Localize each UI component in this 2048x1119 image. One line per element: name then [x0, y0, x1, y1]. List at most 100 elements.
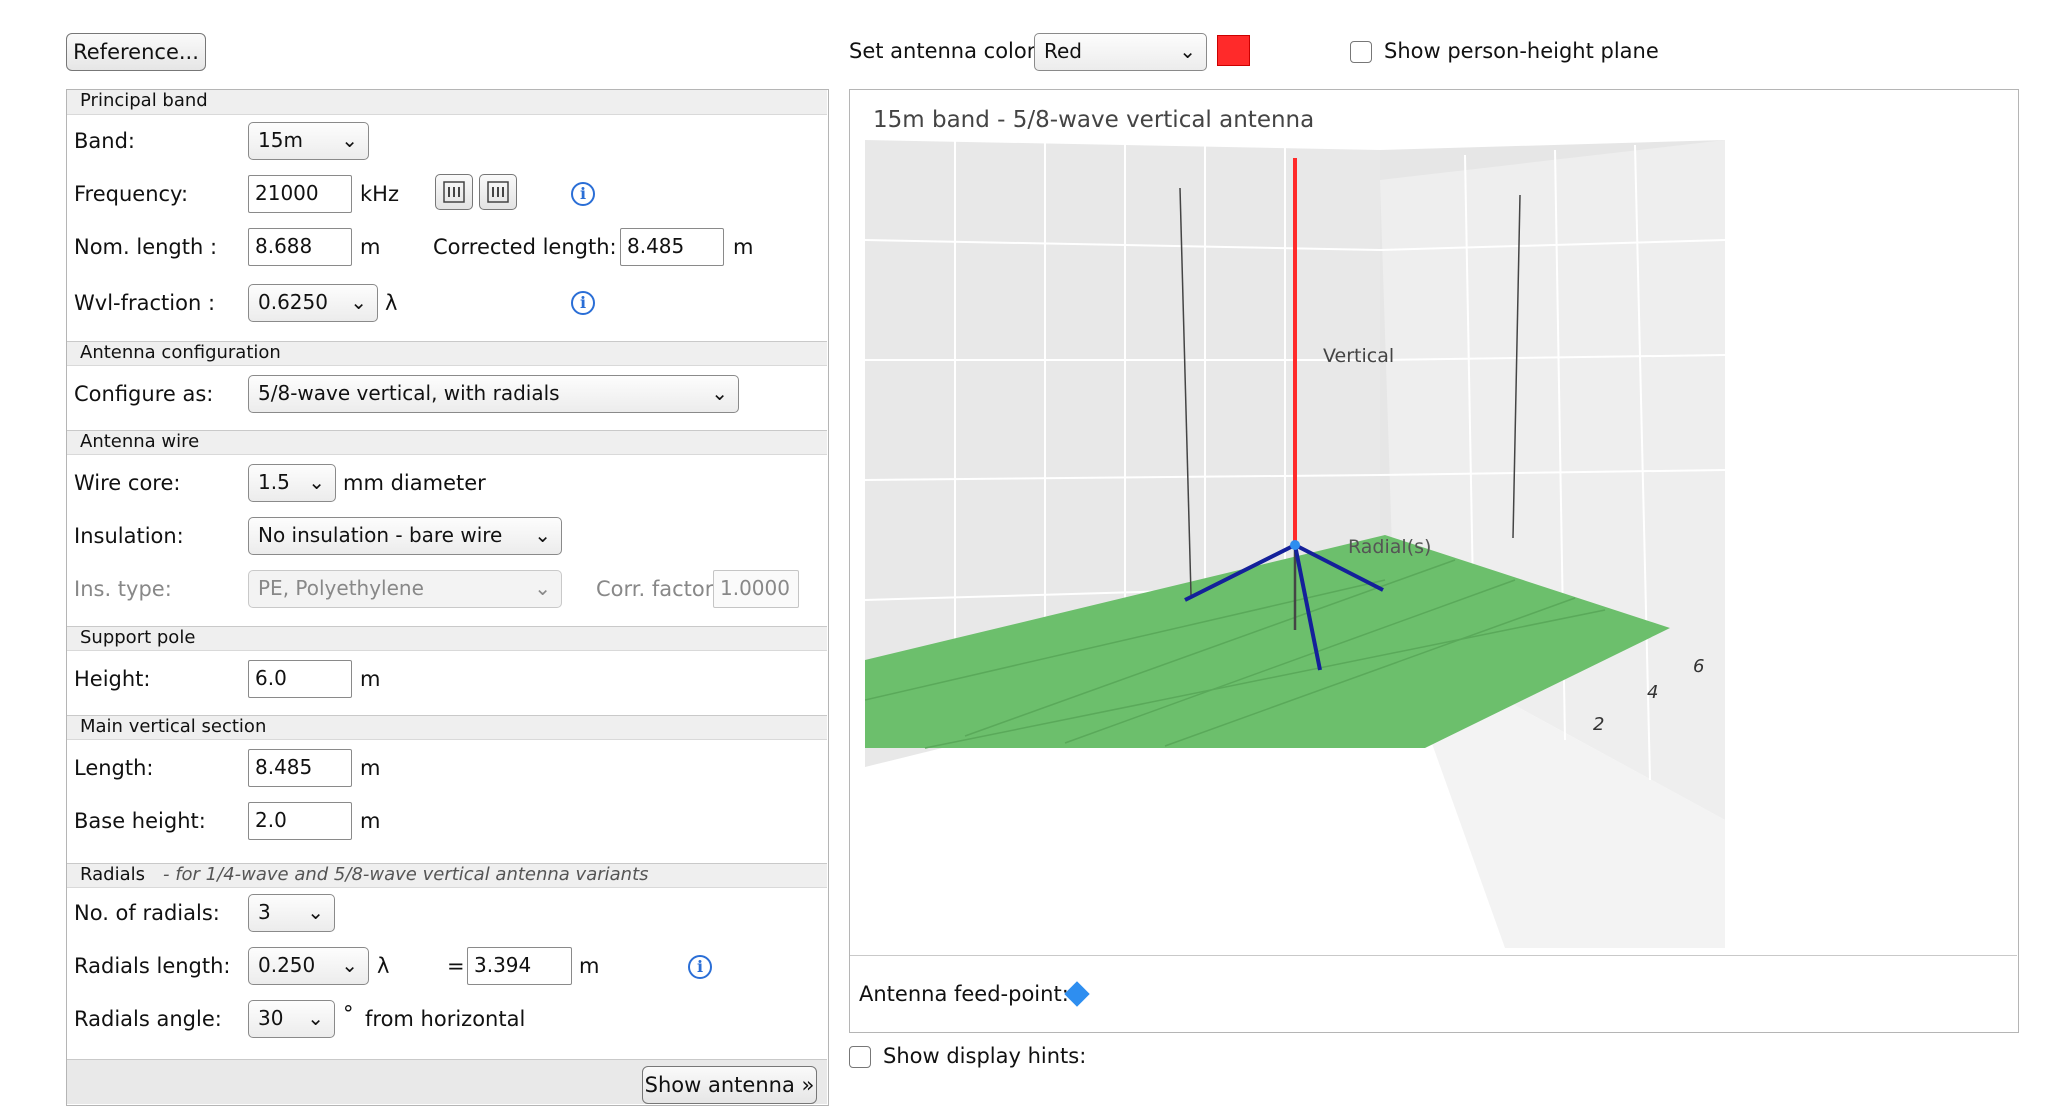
wvl-fraction-label: Wvl-fraction : — [74, 291, 216, 315]
wvl-fraction-select[interactable]: 0.6250 ⌄ — [248, 284, 378, 322]
antenna-color-swatch — [1217, 35, 1250, 66]
support-pole-header: Support pole — [67, 626, 827, 651]
radials-length-unit: λ — [377, 954, 390, 978]
reference-button[interactable]: Reference... — [66, 33, 206, 71]
axis-tick-label: 6 — [1693, 656, 1704, 677]
radials-length-info-icon[interactable]: i — [688, 955, 712, 979]
base-height-unit: m — [360, 809, 381, 833]
frequency-down-button[interactable] — [435, 174, 473, 210]
height-label: Height: — [74, 667, 151, 691]
antenna-color-label: Set antenna color: — [849, 39, 1043, 63]
ins-type-select[interactable]: PE, Polyethylene ⌄ — [248, 570, 562, 608]
feed-point-label: Antenna feed-point: — [859, 982, 1069, 1006]
radials-length-m-unit: m — [579, 954, 600, 978]
step-up-icon — [487, 181, 509, 203]
panel-footer: Show antenna » — [67, 1059, 827, 1104]
antenna-wire-header: Antenna wire — [67, 430, 827, 455]
height-input[interactable]: 6.0 — [248, 660, 352, 698]
wvl-fraction-unit: λ — [385, 291, 398, 315]
person-height-plane-checkbox[interactable] — [1350, 41, 1372, 63]
chevron-down-icon: ⌄ — [711, 381, 728, 405]
wire-core-select[interactable]: 1.5 ⌄ — [248, 464, 336, 502]
vertical-label: Vertical — [1323, 345, 1394, 367]
step-down-icon — [443, 181, 465, 203]
length-unit: m — [360, 756, 381, 780]
frequency-label: Frequency: — [74, 182, 189, 206]
person-height-plane-label: Show person-height plane — [1384, 39, 1659, 63]
corrected-length-label: Corrected length: — [433, 235, 617, 259]
ins-type-value: PE, Polyethylene — [258, 576, 424, 600]
base-height-input[interactable]: 2.0 — [248, 802, 352, 840]
display-hints-label: Show display hints: — [883, 1044, 1087, 1068]
configure-as-value: 5/8-wave vertical, with radials — [258, 381, 560, 405]
radials-angle-value: 30 — [258, 1006, 284, 1030]
base-height-label: Base height: — [74, 809, 206, 833]
plot-title: 15m band - 5/8-wave vertical antenna — [873, 107, 1315, 133]
radials-count-select[interactable]: 3 ⌄ — [248, 894, 335, 932]
settings-panel: Principal band Band: 15m ⌄ Frequency: 21… — [66, 89, 829, 1106]
antenna-color-select[interactable]: Red ⌄ — [1034, 33, 1207, 71]
corrected-length-unit: m — [733, 235, 754, 259]
frequency-info-icon[interactable]: i — [571, 182, 595, 206]
chevron-down-icon: ⌄ — [341, 128, 358, 152]
chevron-down-icon: ⌄ — [341, 953, 358, 977]
antenna-configuration-header: Antenna configuration — [67, 341, 827, 366]
display-hints-checkbox[interactable] — [849, 1046, 871, 1068]
antenna-plot: 15m band - 5/8-wave vertical antenna 6 4… — [849, 89, 2019, 1033]
principal-band-header: Principal band — [67, 90, 827, 115]
axis-tick-label: 4 — [1647, 682, 1658, 703]
radials-count-label: No. of radials: — [74, 901, 220, 925]
radials-length-m-input[interactable]: 3.394 — [467, 947, 572, 985]
configure-as-select[interactable]: 5/8-wave vertical, with radials ⌄ — [248, 375, 739, 413]
radials-angle-select[interactable]: 30 ⌄ — [248, 1000, 335, 1038]
radials-equals: = — [447, 954, 465, 978]
radials-angle-unit: ° — [343, 1002, 354, 1026]
show-antenna-button[interactable]: Show antenna » — [642, 1066, 817, 1104]
antenna-color-value: Red — [1044, 39, 1082, 63]
chevron-down-icon: ⌄ — [308, 470, 325, 494]
chevron-down-icon: ⌄ — [307, 900, 324, 924]
radials-count-value: 3 — [258, 900, 271, 924]
wire-core-value: 1.5 — [258, 470, 290, 494]
radials-length-value: 0.250 — [258, 953, 316, 977]
radials-length-select[interactable]: 0.250 ⌄ — [248, 947, 369, 985]
radials-header-title: Radials — [80, 864, 145, 885]
chevron-down-icon: ⌄ — [534, 523, 551, 547]
corr-factor-input[interactable]: 1.0000 — [713, 570, 799, 608]
frequency-input[interactable]: 21000 — [248, 175, 352, 213]
band-value: 15m — [258, 128, 303, 152]
wire-core-label: Wire core: — [74, 471, 181, 495]
feed-point-divider — [850, 955, 2017, 956]
nom-length-label: Nom. length : — [74, 235, 218, 259]
corr-factor-label: Corr. factor: — [596, 577, 721, 601]
frequency-unit: kHz — [360, 182, 399, 206]
nom-length-input[interactable]: 8.688 — [248, 228, 352, 266]
chevron-down-icon: ⌄ — [534, 576, 551, 600]
insulation-value: No insulation - bare wire — [258, 523, 503, 547]
insulation-label: Insulation: — [74, 524, 184, 548]
radials-length-label: Radials length: — [74, 954, 231, 978]
axis-tick-label: 2 — [1593, 714, 1604, 735]
corrected-length-input[interactable]: 8.485 — [620, 228, 724, 266]
radials-angle-suffix: from horizontal — [365, 1007, 526, 1031]
wvl-fraction-info-icon[interactable]: i — [571, 291, 595, 315]
main-vertical-header: Main vertical section — [67, 715, 827, 740]
radials-header: Radials - for 1/4-wave and 5/8-wave verti… — [67, 863, 827, 888]
insulation-select[interactable]: No insulation - bare wire ⌄ — [248, 517, 562, 555]
radials-angle-label: Radials angle: — [74, 1007, 222, 1031]
length-label: Length: — [74, 756, 154, 780]
chevron-down-icon: ⌄ — [350, 290, 367, 314]
band-select[interactable]: 15m ⌄ — [248, 122, 369, 160]
wire-core-unit: mm diameter — [343, 471, 486, 495]
frequency-up-button[interactable] — [479, 174, 517, 210]
radials-label: Radial(s) — [1348, 536, 1431, 558]
band-label: Band: — [74, 129, 135, 153]
plot-canvas[interactable]: 6 4 2 Vertical Radial(s) — [865, 140, 2015, 948]
length-input[interactable]: 8.485 — [248, 749, 352, 787]
radials-header-note: - for 1/4-wave and 5/8-wave vertical ant… — [162, 864, 649, 885]
wvl-fraction-value: 0.6250 — [258, 290, 328, 314]
nom-length-unit: m — [360, 235, 381, 259]
chevron-down-icon: ⌄ — [307, 1006, 324, 1030]
height-unit: m — [360, 667, 381, 691]
ins-type-label: Ins. type: — [74, 577, 172, 601]
